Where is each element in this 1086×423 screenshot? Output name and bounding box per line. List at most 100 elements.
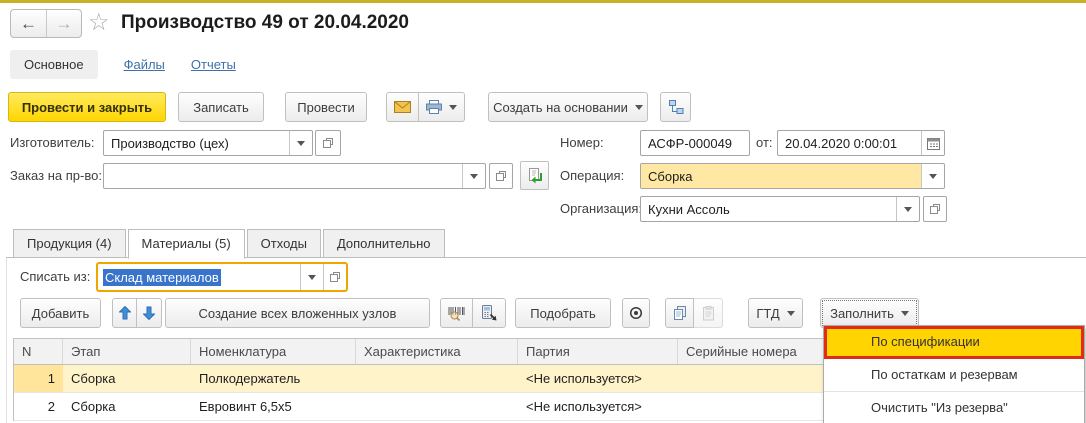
tab-additional[interactable]: Дополнительно: [323, 229, 445, 258]
tab-waste[interactable]: Отходы: [247, 229, 321, 258]
production-order-value: [104, 164, 462, 188]
terminal-device-icon: [481, 305, 497, 321]
forward-icon: →: [56, 14, 73, 34]
manufacturer-value: Производство (цех): [104, 131, 289, 155]
cell-stage: Сборка: [63, 365, 191, 392]
menu-item-clear-from-reserve[interactable]: Очистить "Из резерва": [824, 392, 1084, 423]
column-header-n[interactable]: N: [14, 339, 63, 364]
cell-batch: <Не используется>: [518, 393, 678, 420]
writeoff-dropdown-caret-icon[interactable]: [300, 264, 323, 290]
print-button[interactable]: [419, 92, 465, 122]
date-value: 20.04.2020 0:00:01: [778, 131, 921, 155]
document-nav: Основное Файлы Отчеты: [10, 48, 236, 80]
history-nav-group: ← →: [10, 9, 82, 38]
manufacturer-open-button[interactable]: [315, 130, 341, 156]
production-order-field[interactable]: [103, 163, 486, 189]
nav-item-files[interactable]: Файлы: [124, 57, 165, 72]
create-based-on-caret-icon: [635, 105, 643, 110]
post-and-close-button[interactable]: Провести и закрыть: [8, 92, 166, 122]
cell-n: 2: [14, 393, 63, 420]
calendar-icon[interactable]: [921, 131, 944, 155]
menu-item-by-balances-reserves[interactable]: По остаткам и резервам: [824, 359, 1084, 392]
number-value: АСФР-000049: [641, 131, 749, 155]
barcode-icon: [448, 306, 465, 321]
column-header-item[interactable]: Номенклатура: [191, 339, 356, 364]
barcode-search-button[interactable]: [440, 298, 473, 328]
eye-icon: [629, 306, 643, 320]
move-down-button[interactable]: [137, 298, 162, 328]
writeoff-open-button[interactable]: [323, 264, 346, 290]
open-icon: [495, 170, 507, 182]
email-button[interactable]: [386, 92, 419, 122]
date-field[interactable]: 20.04.2020 0:00:01: [777, 130, 945, 156]
post-button[interactable]: Провести: [285, 92, 367, 122]
forward-button[interactable]: →: [46, 10, 81, 37]
visibility-button[interactable]: [622, 298, 650, 328]
tab-strip: Продукция (4) Материалы (5) Отходы Допол…: [13, 229, 447, 258]
menu-item-by-specification[interactable]: По спецификации: [824, 326, 1084, 359]
cell-item: Евровинт 6,5х5: [191, 393, 356, 420]
column-header-characteristic[interactable]: Характеристика: [356, 339, 518, 364]
write-button[interactable]: Записать: [178, 92, 264, 122]
cell-item: Полкодержатель: [191, 365, 356, 392]
organization-open-button[interactable]: [923, 196, 947, 222]
back-button[interactable]: ←: [11, 10, 46, 37]
column-header-batch[interactable]: Партия: [518, 339, 678, 364]
pick-button[interactable]: Подобрать: [515, 298, 611, 328]
clipboard-group: [665, 298, 723, 328]
copy-button[interactable]: [665, 298, 694, 328]
operation-label: Операция:: [560, 163, 624, 189]
nav-item-reports[interactable]: Отчеты: [191, 57, 236, 72]
data-terminal-button[interactable]: [473, 298, 506, 328]
favorite-star-icon[interactable]: ☆: [88, 10, 110, 36]
organization-dropdown-caret-icon[interactable]: [896, 197, 919, 221]
organization-value: Кухни Ассоль: [641, 197, 896, 221]
operation-field[interactable]: Сборка: [640, 163, 945, 189]
writeoff-from-label: Списать из:: [20, 264, 90, 290]
date-label: от:: [756, 130, 773, 156]
gtd-caret-icon: [787, 311, 795, 316]
cell-batch: <Не используется>: [518, 365, 678, 392]
writeoff-from-field[interactable]: Склад материалов: [96, 262, 348, 292]
cell-characteristic: [356, 365, 518, 392]
back-icon: ←: [20, 14, 37, 34]
structure-icon: [668, 99, 684, 115]
open-icon: [322, 137, 334, 149]
printer-icon: [426, 100, 442, 114]
manufacturer-dropdown-caret-icon[interactable]: [289, 131, 312, 155]
column-header-stage[interactable]: Этап: [63, 339, 191, 364]
manufacturer-field[interactable]: Производство (цех): [103, 130, 313, 156]
tab-materials[interactable]: Материалы (5): [128, 229, 245, 259]
operation-value: Сборка: [641, 164, 921, 188]
cell-stage: Сборка: [63, 393, 191, 420]
barcode-group: [440, 298, 506, 328]
window-accent-strip: [0, 0, 1086, 3]
add-row-button[interactable]: Добавить: [20, 298, 101, 328]
tab-products[interactable]: Продукция (4): [13, 229, 126, 258]
operation-dropdown-caret-icon[interactable]: [921, 164, 944, 188]
fill-button[interactable]: Заполнить: [820, 298, 919, 328]
app-window: ← → ☆ Производство 49 от 20.04.2020 Осно…: [0, 0, 1086, 423]
number-field[interactable]: АСФР-000049: [640, 130, 750, 156]
fill-from-order-button[interactable]: [520, 161, 549, 190]
cell-characteristic: [356, 393, 518, 420]
production-order-open-button[interactable]: [489, 163, 513, 189]
organization-label: Организация:: [560, 196, 642, 222]
gtd-button[interactable]: ГТД: [748, 298, 803, 328]
command-bar: Провести и закрыть Записать Провести Соз…: [8, 92, 1086, 122]
send-print-group: [386, 92, 465, 122]
paste-button[interactable]: [694, 298, 723, 328]
production-order-dropdown-caret-icon[interactable]: [462, 164, 485, 188]
organization-field[interactable]: Кухни Ассоль: [640, 196, 920, 222]
nav-item-main[interactable]: Основное: [10, 50, 98, 79]
move-up-button[interactable]: [112, 298, 137, 328]
structure-button[interactable]: [660, 92, 691, 122]
writeoff-from-value: Склад материалов: [103, 269, 221, 286]
page-title: Производство 49 от 20.04.2020: [121, 12, 409, 34]
create-nested-nodes-button[interactable]: Создание всех вложенных узлов: [165, 298, 430, 328]
open-icon: [929, 203, 941, 215]
create-based-on-label: Создать на основании: [493, 100, 628, 115]
create-based-on-button[interactable]: Создать на основании: [488, 92, 648, 122]
fill-caret-icon: [901, 311, 909, 316]
fill-from-order-icon: [527, 168, 543, 184]
